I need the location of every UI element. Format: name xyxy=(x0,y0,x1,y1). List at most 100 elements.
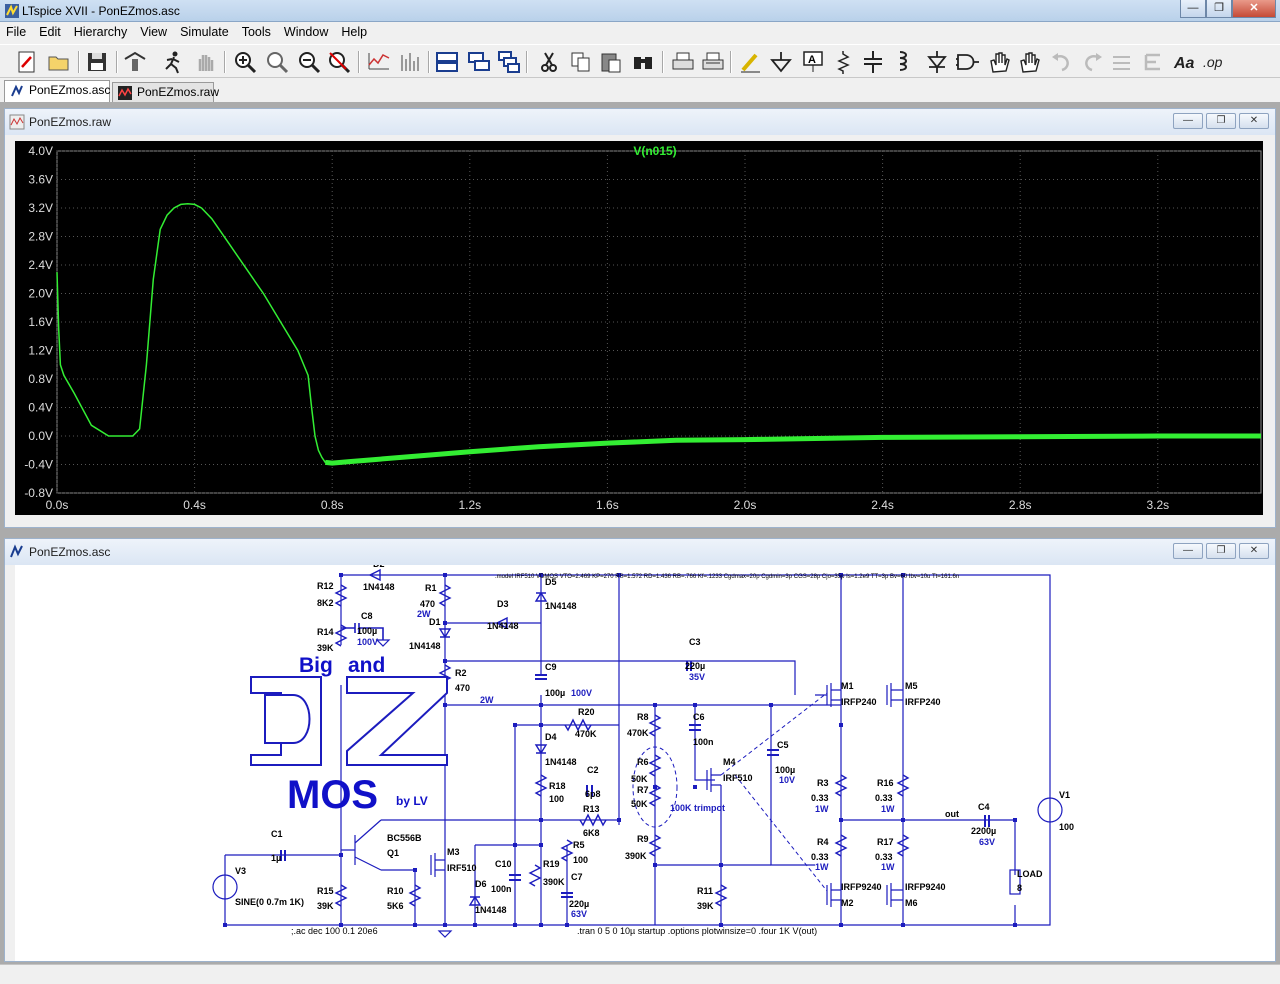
menu-file[interactable]: File xyxy=(0,22,33,42)
component-label-m5[interactable]: M5 xyxy=(905,681,918,691)
component-label-c1v[interactable]: 1µ xyxy=(271,853,281,863)
component-label-m2[interactable]: M2 xyxy=(841,898,854,908)
component-label-r10[interactable]: R10 xyxy=(387,886,404,896)
menu-edit[interactable]: Edit xyxy=(33,22,68,42)
schematic-drawing[interactable]: Big and MOS by LV .model IRF510 VDMOS VT… xyxy=(15,559,1275,961)
component-label-c6v[interactable]: 100n xyxy=(693,737,714,747)
zoom-out-icon[interactable] xyxy=(296,49,322,75)
new-schematic-icon[interactable] xyxy=(14,49,40,75)
component-label-c7v[interactable]: 220µ xyxy=(569,899,589,909)
component-label-v3v[interactable]: SINE(0 0.7m 1K) xyxy=(235,897,304,907)
menu-window[interactable]: Window xyxy=(278,22,335,42)
component-label-r12[interactable]: R12 xyxy=(317,581,334,591)
component-label-r3v[interactable]: 0.33 xyxy=(811,793,829,803)
text-icon[interactable]: Aa xyxy=(1172,49,1198,75)
component-label-c3w[interactable]: 35V xyxy=(689,672,705,682)
ltspice-app-icon[interactable] xyxy=(4,3,20,19)
tab-waveform[interactable]: PonEZmos.raw xyxy=(112,82,219,102)
print-setup-icon[interactable] xyxy=(700,49,726,75)
cut-icon[interactable] xyxy=(536,49,562,75)
component-label-r9v[interactable]: 390K xyxy=(625,851,647,861)
component-label-m6[interactable]: M6 xyxy=(905,898,918,908)
component-label-c5w[interactable]: 10V xyxy=(779,775,795,785)
zoom-cancel-icon[interactable] xyxy=(326,49,352,75)
zoom-full-icon[interactable] xyxy=(264,49,290,75)
drag-icon[interactable] xyxy=(1016,49,1042,75)
copy-icon[interactable] xyxy=(568,49,594,75)
move-icon[interactable] xyxy=(986,49,1012,75)
component-label-c1[interactable]: C1 xyxy=(271,829,283,839)
resistor-icon[interactable] xyxy=(830,49,856,75)
find-icon[interactable] xyxy=(630,49,656,75)
component-label-c10[interactable]: C10 xyxy=(495,859,512,869)
component-label-c2v[interactable]: 6p8 xyxy=(585,789,601,799)
component-label-r9[interactable]: R9 xyxy=(637,834,649,844)
component-label-r18[interactable]: R18 xyxy=(549,781,566,791)
component-label-r18v[interactable]: 100 xyxy=(549,794,564,804)
component-label-r4v[interactable]: 0.33 xyxy=(811,852,829,862)
component-label-m5v[interactable]: IRFP240 xyxy=(905,697,941,707)
net-label-out[interactable]: out xyxy=(945,809,959,819)
component-label-r11v[interactable]: 39K xyxy=(697,901,714,911)
component-label-r3w[interactable]: 1W xyxy=(815,804,829,814)
component-label-r15v[interactable]: 39K xyxy=(317,901,334,911)
component-label-r20v[interactable]: 470K xyxy=(575,729,597,739)
component-label-r20[interactable]: R20 xyxy=(578,707,595,717)
component-label-r7[interactable]: R7 xyxy=(637,785,649,795)
component-label-loadv[interactable]: 8 xyxy=(1017,883,1022,893)
component-label-r17v[interactable]: 0.33 xyxy=(875,852,893,862)
component-label-d6[interactable]: D6 xyxy=(475,879,487,889)
schematic-window-titlebar[interactable]: PonEZmos.asc — ❐ ✕ xyxy=(5,539,1275,565)
waveform-minimize-button[interactable]: — xyxy=(1173,113,1203,129)
control-panel-icon[interactable] xyxy=(122,49,148,75)
component-label-d4v[interactable]: 1N4148 xyxy=(545,757,577,767)
component-label-d2[interactable]: D2 xyxy=(373,559,385,569)
open-icon[interactable] xyxy=(46,49,72,75)
component-label-m1[interactable]: M1 xyxy=(841,681,854,691)
component-label-c8w[interactable]: 100V xyxy=(357,637,378,647)
component-label-r3[interactable]: R3 xyxy=(817,778,829,788)
component-label-r2v[interactable]: 470 xyxy=(455,683,470,693)
halt-icon[interactable] xyxy=(192,49,218,75)
component-label-v1[interactable]: V1 xyxy=(1059,790,1070,800)
component-label-c6[interactable]: C6 xyxy=(693,712,705,722)
cascade-icon[interactable] xyxy=(496,49,522,75)
label-net-icon[interactable]: A xyxy=(800,49,826,75)
component-label-r19[interactable]: R19 xyxy=(543,859,560,869)
tile-horizontal-icon[interactable] xyxy=(434,49,460,75)
component-label-r13[interactable]: R13 xyxy=(583,804,600,814)
view-fft-icon[interactable] xyxy=(398,49,424,75)
save-icon[interactable] xyxy=(84,49,110,75)
ac-directive[interactable]: ;.ac dec 100 0.1 20e6 xyxy=(291,926,378,936)
tile-vertical-icon[interactable] xyxy=(466,49,492,75)
component-label-c9[interactable]: C9 xyxy=(545,662,557,672)
diode-icon[interactable] xyxy=(924,49,950,75)
component-label-m1v[interactable]: IRFP240 xyxy=(841,697,877,707)
component-label-r11[interactable]: R11 xyxy=(697,886,713,896)
component-label-r8v[interactable]: 470K xyxy=(627,728,649,738)
trace-label[interactable]: V(n015) xyxy=(633,144,676,158)
schematic-minimize-button[interactable]: — xyxy=(1173,543,1203,559)
tran-directive[interactable]: .tran 0 5 0 10µ startup .options plotwin… xyxy=(577,926,817,936)
component-label-d4[interactable]: D4 xyxy=(545,732,557,742)
component-label-r16v[interactable]: 0.33 xyxy=(875,793,893,803)
component-label-c3[interactable]: C3 xyxy=(689,637,701,647)
component-label-r1v[interactable]: 470 xyxy=(420,599,435,609)
component-label-r13v[interactable]: 6K8 xyxy=(583,828,600,838)
component-label-r1[interactable]: R1 xyxy=(425,583,437,593)
component-label-r16w[interactable]: 1W xyxy=(881,804,895,814)
mirror-icon[interactable] xyxy=(1140,49,1166,75)
spice-model-directive[interactable]: .model IRF510 VDMOS VTO=2.469 KP=270 RS=… xyxy=(495,574,959,580)
component-label-c4w[interactable]: 63V xyxy=(979,837,995,847)
paste-icon[interactable] xyxy=(598,49,624,75)
component-label-r5[interactable]: R5 xyxy=(573,840,585,850)
undo-icon[interactable] xyxy=(1048,49,1074,75)
component-label-bc[interactable]: BC556B xyxy=(387,833,422,843)
ground-icon[interactable] xyxy=(768,49,794,75)
component-label-q1[interactable]: Q1 xyxy=(387,848,399,858)
component-label-r6v[interactable]: 50K xyxy=(631,774,648,784)
component-label-c3v[interactable]: 220µ xyxy=(685,661,705,671)
component-label-r14v[interactable]: 39K xyxy=(317,643,334,653)
component-label-c5v[interactable]: 100µ xyxy=(775,765,795,775)
close-button[interactable]: ✕ xyxy=(1232,0,1276,18)
